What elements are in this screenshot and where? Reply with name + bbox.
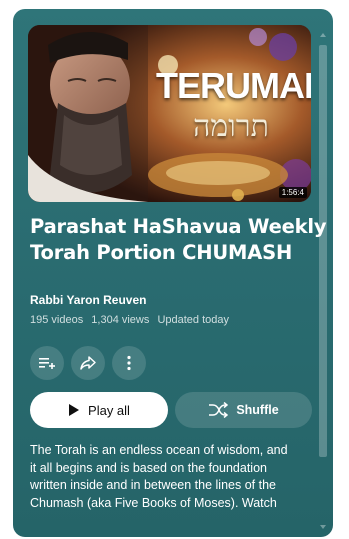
- scrollbar-thumb[interactable]: [319, 45, 327, 457]
- video-count: 195 videos: [30, 314, 84, 326]
- share-icon: [80, 356, 96, 370]
- playlist-add-icon: [39, 358, 55, 369]
- thumbnail-overlay-hebrew: תרומה: [193, 109, 269, 144]
- shuffle-label: Shuffle: [236, 403, 279, 417]
- shuffle-icon: [208, 402, 229, 418]
- play-all-label: Play all: [88, 402, 130, 418]
- playlist-thumbnail[interactable]: TERUMAH תרומה 1:56:4: [28, 25, 311, 202]
- view-count: 1,304 views: [91, 314, 150, 326]
- channel-name-link[interactable]: Rabbi Yaron Reuven: [30, 293, 146, 307]
- description-line: Chumash (aka Five Books of Moses). Watch: [30, 495, 277, 510]
- save-playlist-button[interactable]: [30, 346, 64, 380]
- updated-text: Updated today: [157, 314, 229, 326]
- thumbnail-overlay-title: TERUMAH: [156, 65, 311, 106]
- playlist-title-line: Parashat HaShavua Weekly: [30, 215, 327, 238]
- description-line: The Torah is an endless ocean of wisdom,…: [30, 443, 288, 457]
- share-button[interactable]: [71, 346, 105, 380]
- playlist-title: Parashat HaShavua Weekly Torah Portion C…: [30, 214, 327, 266]
- playlist-title-line: Torah Portion CHUMASH: [30, 241, 293, 264]
- duration-badge: 1:56:4: [278, 187, 307, 198]
- playlist-stats: 195 videos 1,304 views Updated today: [30, 314, 234, 326]
- description-line: written inside and in between the lines …: [30, 478, 276, 492]
- scroll-up-arrow[interactable]: [320, 33, 326, 37]
- more-options-button[interactable]: [112, 346, 146, 380]
- description-line: it all begins and is based on the founda…: [30, 460, 267, 475]
- more-vert-icon: [127, 355, 131, 371]
- play-icon: [68, 403, 80, 417]
- play-all-button[interactable]: Play all: [30, 392, 168, 428]
- scroll-down-arrow[interactable]: [320, 525, 326, 529]
- playlist-description[interactable]: The Torah is an endless ocean of wisdom,…: [30, 442, 318, 530]
- description-line-cutoff: [30, 512, 318, 530]
- scrollbar[interactable]: [317, 31, 329, 531]
- playlist-header-panel: TERUMAH תרומה 1:56:4 Parashat HaShavua W…: [13, 9, 333, 537]
- shuffle-button[interactable]: Shuffle: [175, 392, 312, 428]
